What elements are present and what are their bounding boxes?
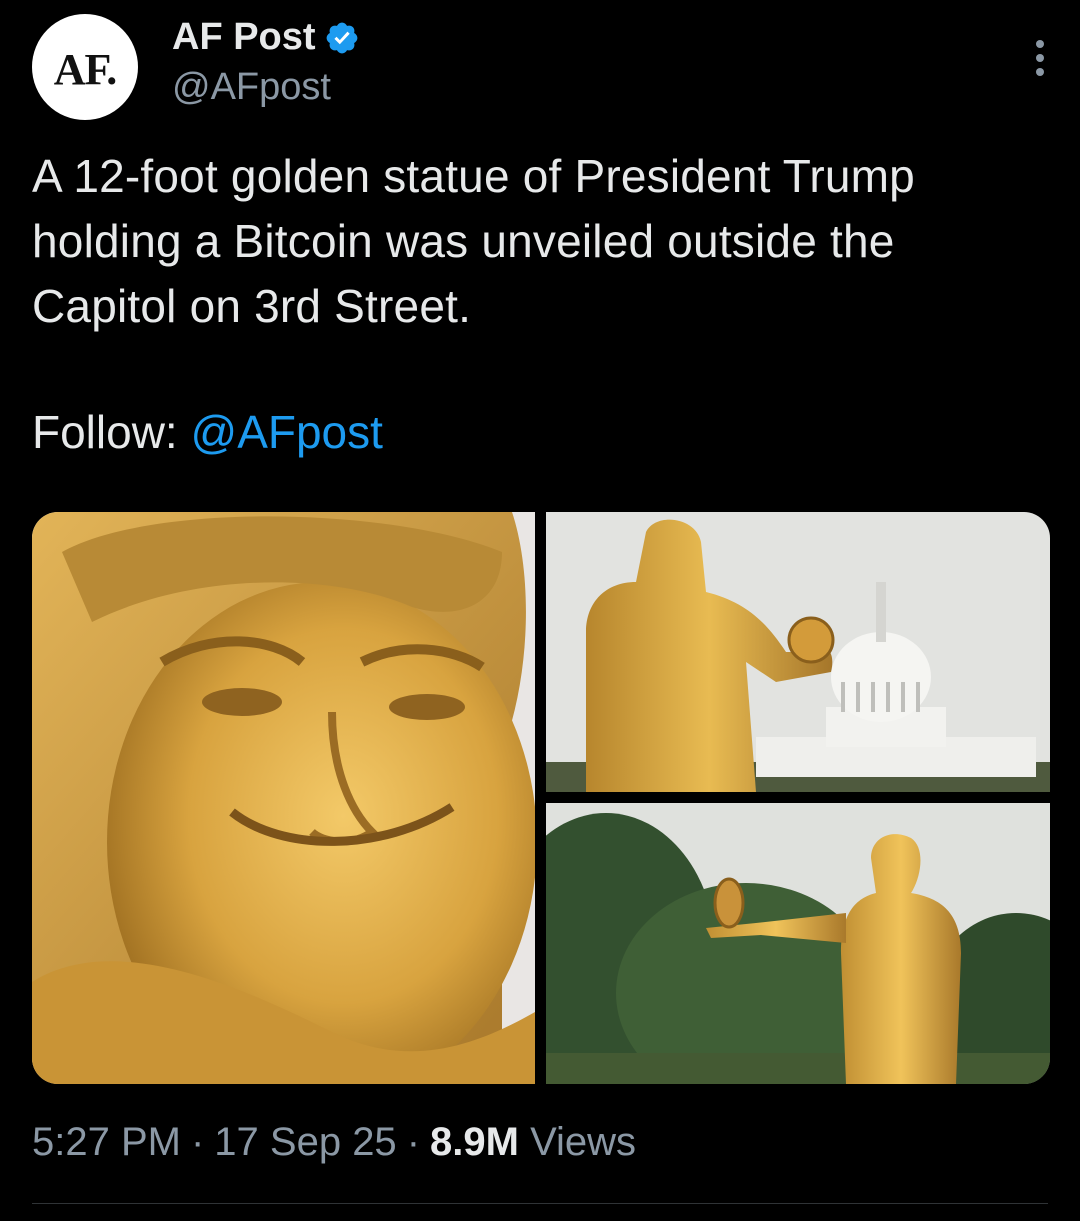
statue-capitol-image [546, 512, 1050, 792]
follow-mention-link[interactable]: @AFpost [191, 406, 383, 458]
views-count: 8.9M [430, 1120, 519, 1164]
avatar-logo-text: AF. [53, 44, 118, 94]
author-display-name[interactable]: AF Post [172, 16, 316, 59]
verified-badge-icon [326, 22, 357, 53]
author-name-row: AF Post [172, 16, 360, 59]
tweet-header: AF. AF Post @AFpost [32, 14, 1052, 124]
follow-line: Follow: @AFpost [32, 400, 383, 465]
meta-separator: · [190, 1120, 205, 1164]
avatar[interactable]: AF. [32, 14, 138, 120]
media-image-statue-trees[interactable] [546, 803, 1050, 1084]
tweet-meta: 5:27 PM · 17 Sep 25 · 8.9M Views [32, 1120, 636, 1165]
media-grid [32, 512, 1050, 1084]
meta-separator: · [406, 1120, 421, 1164]
media-image-statue-capitol[interactable] [546, 512, 1050, 792]
tweet-date[interactable]: 17 Sep 25 [214, 1120, 396, 1165]
statue-trees-image [546, 803, 1050, 1084]
divider [32, 1203, 1048, 1204]
media-image-face-closeup[interactable] [32, 512, 535, 1084]
views-stat[interactable]: 8.9M Views [430, 1120, 636, 1165]
follow-label: Follow: [32, 406, 178, 458]
author-handle[interactable]: @AFpost [172, 66, 331, 109]
more-options-icon[interactable] [1028, 40, 1052, 80]
tweet-time[interactable]: 5:27 PM [32, 1120, 181, 1165]
tweet-text: A 12-foot golden statue of President Tru… [32, 150, 915, 332]
views-label: Views [530, 1120, 637, 1164]
statue-face-image [32, 512, 535, 1084]
